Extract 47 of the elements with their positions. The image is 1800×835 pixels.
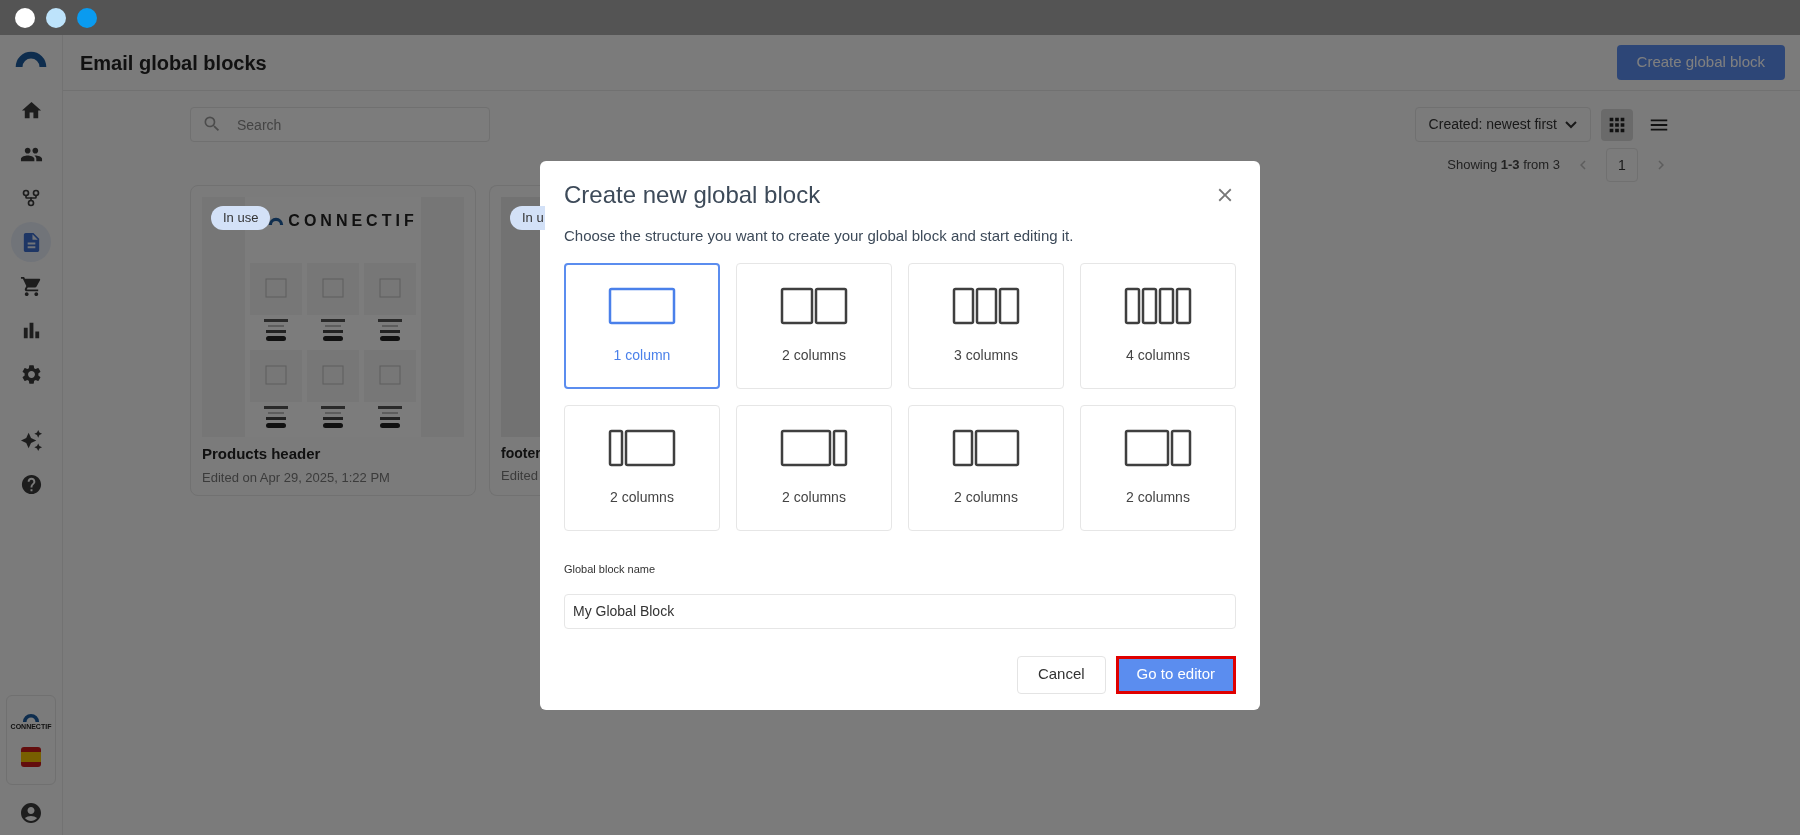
cancel-button[interactable]: Cancel: [1016, 655, 1106, 694]
dialog-title: Create new global block: [564, 179, 821, 210]
user-icon[interactable]: [19, 801, 43, 825]
structure-option[interactable]: 3 columns: [908, 263, 1064, 389]
page-number[interactable]: 1: [1606, 148, 1638, 182]
logo-icon: [22, 713, 40, 723]
nav-item[interactable]: [11, 222, 51, 262]
structure-option[interactable]: 2 columns: [736, 405, 892, 531]
logo-text: CONNECTIF: [288, 211, 418, 231]
structure-option[interactable]: 2 columns: [564, 405, 720, 531]
sparkles-icon: [19, 428, 43, 452]
column-layout-icon: [1124, 286, 1192, 325]
structure-option[interactable]: 2 columns: [1080, 405, 1236, 531]
structure-option[interactable]: 2 columns: [908, 405, 1064, 531]
card-subtitle: Edited: [501, 467, 539, 485]
structure-option[interactable]: 2 columns: [736, 263, 892, 389]
flag-icon[interactable]: [21, 746, 41, 767]
page-title: Email global blocks: [80, 50, 267, 76]
column-layout-icon: [780, 428, 848, 467]
dialog-description: Choose the structure you want to create your global block and start editing it.: [564, 225, 1075, 246]
status-tag: In use: [211, 206, 271, 230]
block-card[interactable]: In use CONNECTIF Products header Edited on Apr 29, 2025, 1:22 PM: [190, 185, 476, 496]
cart-icon: [19, 274, 43, 298]
status-tag: In u: [510, 206, 545, 230]
grid-view-button[interactable]: [1601, 108, 1633, 141]
column-layout-icon: [780, 286, 848, 325]
chevron-down-icon: [1565, 120, 1577, 129]
column-layout-icon: [1124, 428, 1192, 467]
sort-dropdown[interactable]: Created: newest first: [1414, 107, 1591, 142]
search-field[interactable]: Search: [190, 107, 490, 142]
structure-option[interactable]: 4 columns: [1080, 263, 1236, 389]
logo-icon: [14, 50, 48, 67]
column-layout-icon: [608, 286, 676, 325]
structure-option[interactable]: 1 column: [564, 263, 720, 389]
branch-icon: [21, 188, 41, 208]
card-title: footer: [501, 444, 540, 463]
column-layout-icon: [608, 428, 676, 467]
logo-icon: [268, 217, 285, 225]
results-count: Showing 1-3 from 3: [1447, 156, 1560, 175]
column-layout-icon: [952, 428, 1020, 467]
name-field[interactable]: My Global Block: [564, 593, 1236, 629]
card-subtitle: Edited on Apr 29, 2025, 1:22 PM: [202, 468, 391, 487]
column-layout-icon: [952, 286, 1020, 325]
help-icon: [19, 472, 43, 496]
search-icon: [202, 114, 222, 134]
card-title: Products header: [202, 444, 322, 464]
field-label: Global block name: [564, 562, 657, 577]
